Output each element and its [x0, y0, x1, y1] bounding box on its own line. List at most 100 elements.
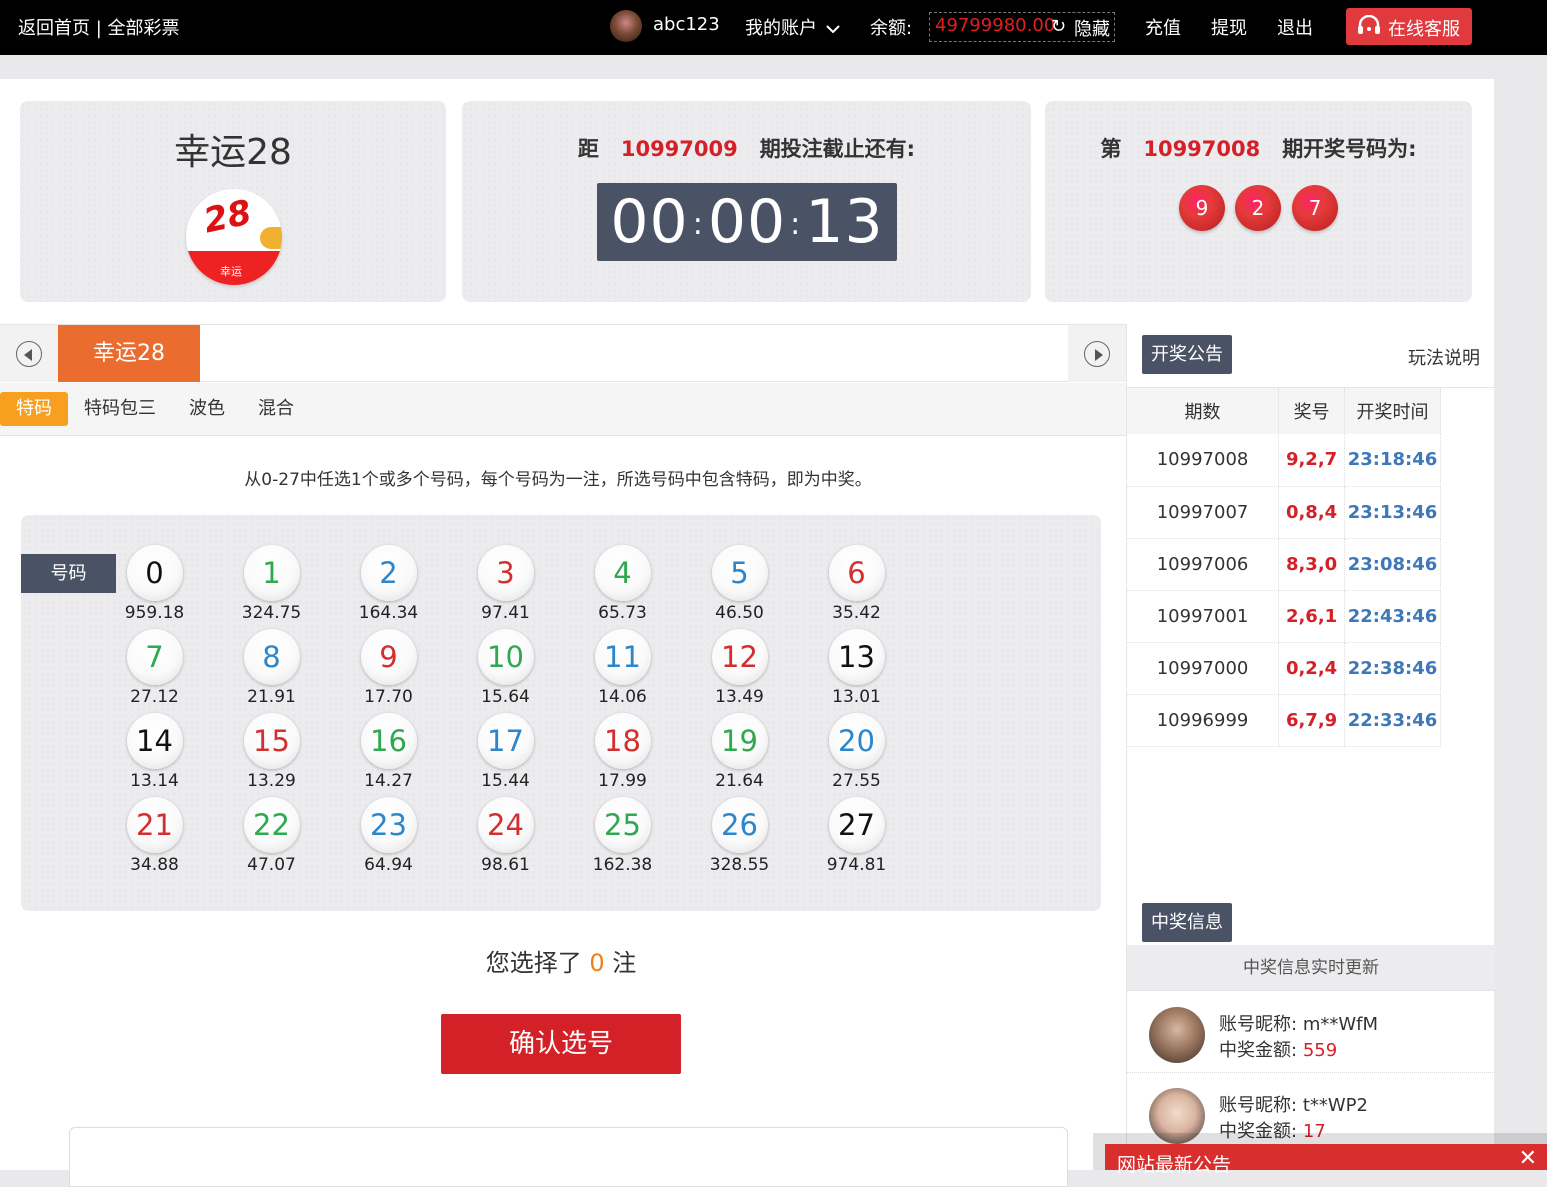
- number-ball[interactable]: 25: [594, 797, 651, 853]
- number-option[interactable]: 17 15.44: [447, 713, 564, 791]
- number-ball[interactable]: 23: [360, 797, 417, 853]
- number-ball[interactable]: 16: [360, 713, 417, 769]
- number-odds: 959.18: [124, 603, 185, 623]
- number-odds: 324.75: [241, 603, 302, 623]
- home-link[interactable]: 返回首页 | 全部彩票: [18, 14, 180, 40]
- number-option[interactable]: 3 97.41: [447, 545, 564, 623]
- number-ball[interactable]: 19: [711, 713, 768, 769]
- number-option[interactable]: 12 13.49: [681, 629, 798, 707]
- close-icon[interactable]: ✕: [1519, 1146, 1537, 1171]
- tab-special-pack3[interactable]: 特码包三: [68, 392, 172, 426]
- rules-link[interactable]: 玩法说明: [1408, 344, 1480, 370]
- number-option[interactable]: 5 46.50: [681, 545, 798, 623]
- number-option[interactable]: 9 17.70: [330, 629, 447, 707]
- balance-box: 49799980.00 ↻ 隐藏: [929, 12, 1115, 42]
- number-option[interactable]: 13 13.01: [798, 629, 915, 707]
- number-ball[interactable]: 24: [477, 797, 534, 853]
- result-period: 10997008: [1143, 137, 1261, 161]
- number-odds: 64.94: [364, 855, 413, 875]
- number-option[interactable]: 16 14.27: [330, 713, 447, 791]
- number-ball[interactable]: 9: [360, 629, 417, 685]
- customer-service-button[interactable]: 在线客服: [1346, 8, 1472, 45]
- winner-nick-line: 账号昵称: t**WP2: [1219, 1091, 1368, 1117]
- tab-mixed[interactable]: 混合: [242, 392, 310, 426]
- number-ball[interactable]: 14: [126, 713, 183, 769]
- tab-wave-color[interactable]: 波色: [173, 392, 241, 426]
- number-option[interactable]: 1 324.75: [213, 545, 330, 623]
- my-account-menu[interactable]: 我的账户: [745, 14, 841, 40]
- number-ball[interactable]: 7: [126, 629, 183, 685]
- countdown-suffix: 期投注截止还有:: [759, 137, 916, 161]
- number-ball[interactable]: 8: [243, 629, 300, 685]
- number-ball[interactable]: 13: [828, 629, 885, 685]
- results-body: 10997008 9,2,7 23:18:46 10997007 0,8,4 23:13:…: [1127, 434, 1441, 747]
- announcement-tag[interactable]: 开奖公告: [1142, 335, 1232, 374]
- winners-tag[interactable]: 中奖信息: [1142, 903, 1232, 942]
- bet-list-box: [69, 1127, 1068, 1187]
- number-ball[interactable]: 18: [594, 713, 651, 769]
- number-ball[interactable]: 15: [243, 713, 300, 769]
- result-time-cell: 22:38:46: [1344, 642, 1441, 695]
- number-ball[interactable]: 0: [126, 545, 183, 601]
- right-gutter: [1494, 55, 1547, 1170]
- number-option[interactable]: 25 162.38: [564, 797, 681, 875]
- top-navbar: 返回首页 | 全部彩票 abc123 我的账户 余额: 49799980.00 …: [0, 0, 1547, 55]
- number-option[interactable]: 18 17.99: [564, 713, 681, 791]
- username[interactable]: abc123: [653, 14, 720, 35]
- column-header: 开奖时间: [1344, 388, 1441, 434]
- number-option[interactable]: 24 98.61: [447, 797, 564, 875]
- tab-special-number[interactable]: 特码: [0, 392, 68, 426]
- number-ball[interactable]: 27: [828, 797, 885, 853]
- number-option[interactable]: 21 34.88: [96, 797, 213, 875]
- number-ball[interactable]: 4: [594, 545, 651, 601]
- result-time-cell: 22:33:46: [1344, 694, 1441, 747]
- number-ball[interactable]: 10: [477, 629, 534, 685]
- number-option[interactable]: 22 47.07: [213, 797, 330, 875]
- result-period-cell: 10997000: [1127, 642, 1280, 695]
- tab-lucky28[interactable]: 幸运28: [58, 325, 200, 382]
- result-numbers-cell: 2,6,1: [1278, 590, 1346, 643]
- number-option[interactable]: 23 64.94: [330, 797, 447, 875]
- hide-balance-link[interactable]: 隐藏: [1074, 15, 1110, 41]
- refresh-icon[interactable]: ↻: [1051, 16, 1066, 37]
- play-description: 从0-27中任选1个或多个号码，每个号码为一注，所选号码中包含特码，即为中奖。: [244, 470, 872, 490]
- scroll-left-button[interactable]: [0, 325, 58, 382]
- number-ball[interactable]: 22: [243, 797, 300, 853]
- number-option[interactable]: 11 14.06: [564, 629, 681, 707]
- number-odds: 15.64: [481, 687, 530, 707]
- number-option[interactable]: 14 13.14: [96, 713, 213, 791]
- last-result-title: 第 10997008 期开奖号码为:: [1045, 133, 1472, 163]
- logout-link[interactable]: 退出: [1277, 14, 1313, 40]
- user-avatar[interactable]: [610, 10, 642, 42]
- number-ball[interactable]: 5: [711, 545, 768, 601]
- number-ball[interactable]: 1: [243, 545, 300, 601]
- number-option[interactable]: 10 15.64: [447, 629, 564, 707]
- number-option[interactable]: 0 959.18: [96, 545, 213, 623]
- number-option[interactable]: 2 164.34: [330, 545, 447, 623]
- winner-nick-line: 账号昵称: m**WfM: [1219, 1010, 1378, 1036]
- number-ball[interactable]: 12: [711, 629, 768, 685]
- recharge-link[interactable]: 充值: [1145, 14, 1181, 40]
- scroll-right-button[interactable]: [1068, 325, 1126, 382]
- number-option[interactable]: 4 65.73: [564, 545, 681, 623]
- selection-suffix: 注: [612, 949, 637, 977]
- number-option[interactable]: 6 35.42: [798, 545, 915, 623]
- balance-value: 49799980.00: [935, 15, 1056, 36]
- number-option[interactable]: 19 21.64: [681, 713, 798, 791]
- number-option[interactable]: 15 13.29: [213, 713, 330, 791]
- number-ball[interactable]: 26: [711, 797, 768, 853]
- number-option[interactable]: 8 21.91: [213, 629, 330, 707]
- number-option[interactable]: 7 27.12: [96, 629, 213, 707]
- number-ball[interactable]: 21: [126, 797, 183, 853]
- withdraw-link[interactable]: 提现: [1211, 14, 1247, 40]
- confirm-selection-button[interactable]: 确认选号: [441, 1014, 681, 1074]
- number-ball[interactable]: 20: [828, 713, 885, 769]
- number-ball[interactable]: 17: [477, 713, 534, 769]
- number-option[interactable]: 26 328.55: [681, 797, 798, 875]
- number-ball[interactable]: 3: [477, 545, 534, 601]
- number-ball[interactable]: 11: [594, 629, 651, 685]
- number-option[interactable]: 27 974.81: [798, 797, 915, 875]
- number-option[interactable]: 20 27.55: [798, 713, 915, 791]
- number-ball[interactable]: 2: [360, 545, 417, 601]
- number-ball[interactable]: 6: [828, 545, 885, 601]
